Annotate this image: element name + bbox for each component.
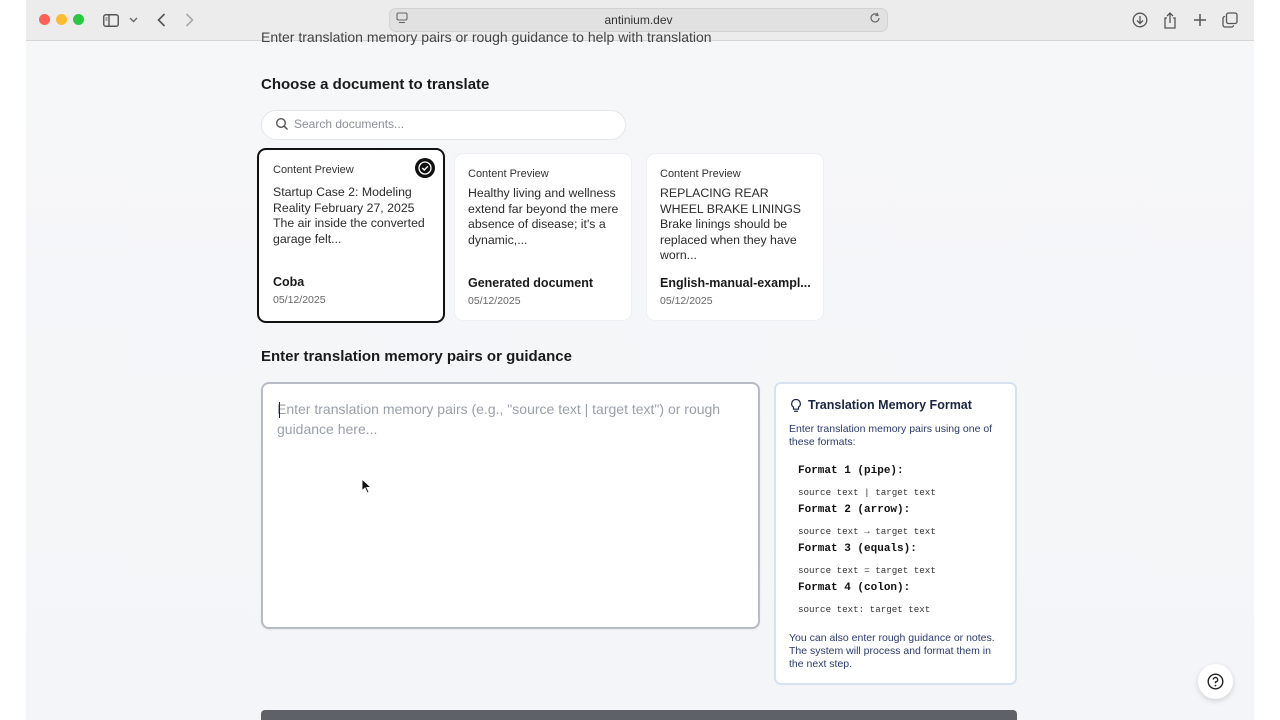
document-name: Coba <box>273 275 305 289</box>
translation-memory-input[interactable] <box>277 399 747 619</box>
search-icon <box>275 117 289 131</box>
format-example: source text: target text <box>798 604 931 615</box>
document-card[interactable]: Content Preview REPLACING REAR WHEEL BRA… <box>646 153 824 321</box>
format-help-intro: Enter translation memory pairs using one… <box>789 423 993 448</box>
text-caret <box>279 402 280 418</box>
close-window-button[interactable] <box>39 14 50 25</box>
mouse-cursor <box>361 478 373 494</box>
search-input[interactable] <box>294 117 614 131</box>
new-tab-icon[interactable] <box>1192 10 1208 30</box>
document-card[interactable]: Content Preview Startup Case 2: Modeling… <box>257 148 445 323</box>
zoom-window-button[interactable] <box>73 14 84 25</box>
format-label: Format 4 (colon): <box>798 582 911 594</box>
translation-memory-heading: Enter translation memory pairs or guidan… <box>261 348 572 365</box>
format-example: source text | target text <box>798 487 936 498</box>
page-description: Enter translation memory pairs or rough … <box>261 29 712 45</box>
downloads-icon[interactable] <box>1131 10 1149 30</box>
share-icon[interactable] <box>1162 10 1178 30</box>
choose-document-heading: Choose a document to translate <box>261 76 490 93</box>
format-help-panel: Translation Memory Format Enter translat… <box>774 382 1017 685</box>
format-label: Format 2 (arrow): <box>798 504 911 516</box>
back-icon[interactable] <box>153 10 169 30</box>
document-date: 05/12/2025 <box>660 295 713 307</box>
screen-edge-left <box>0 0 26 720</box>
document-date: 05/12/2025 <box>273 294 326 306</box>
format-help-footer: You can also enter rough guidance or not… <box>789 632 995 670</box>
format-help-title: Translation Memory Format <box>808 398 972 412</box>
minimize-window-button[interactable] <box>56 14 67 25</box>
document-preview-text: REPLACING REAR WHEEL BRAKE LININGS Brake… <box>660 186 801 263</box>
document-name: Generated document <box>468 276 594 290</box>
document-preview-text: Startup Case 2: Modeling Reality Februar… <box>273 185 425 246</box>
format-example: source text → target text <box>798 526 936 537</box>
format-label: Format 1 (pipe): <box>798 465 904 477</box>
format-label: Format 3 (equals): <box>798 543 917 555</box>
document-preview-text: Healthy living and wellness extend far b… <box>468 186 619 247</box>
chevron-down-icon[interactable] <box>127 10 139 30</box>
selected-check-icon <box>415 158 435 178</box>
continue-button[interactable] <box>261 710 1017 720</box>
lightbulb-icon <box>791 398 801 412</box>
document-card[interactable]: Content Preview Healthy living and welln… <box>454 153 632 321</box>
help-icon <box>1207 673 1224 690</box>
content-preview-label: Content Preview <box>660 168 741 180</box>
reload-icon[interactable] <box>869 12 881 27</box>
translation-memory-field[interactable] <box>261 382 760 629</box>
content-preview-label: Content Preview <box>273 164 354 176</box>
document-date: 05/12/2025 <box>468 295 521 307</box>
page-content: Enter translation memory pairs or rough … <box>26 29 1254 720</box>
format-example: source text = target text <box>798 565 936 576</box>
sidebar-toggle-icon[interactable] <box>102 10 120 30</box>
tab-overview-icon[interactable] <box>1221 10 1239 30</box>
document-name: English-manual-exampl... <box>660 276 811 290</box>
help-button[interactable] <box>1198 664 1233 699</box>
url-text[interactable]: antinium.dev <box>390 13 887 27</box>
forward-icon[interactable] <box>181 10 197 30</box>
browser-window: antinium.dev Enter translation memory pa… <box>26 0 1254 720</box>
content-preview-label: Content Preview <box>468 168 549 180</box>
screen-edge-right <box>1254 0 1280 720</box>
document-search[interactable] <box>261 110 626 140</box>
